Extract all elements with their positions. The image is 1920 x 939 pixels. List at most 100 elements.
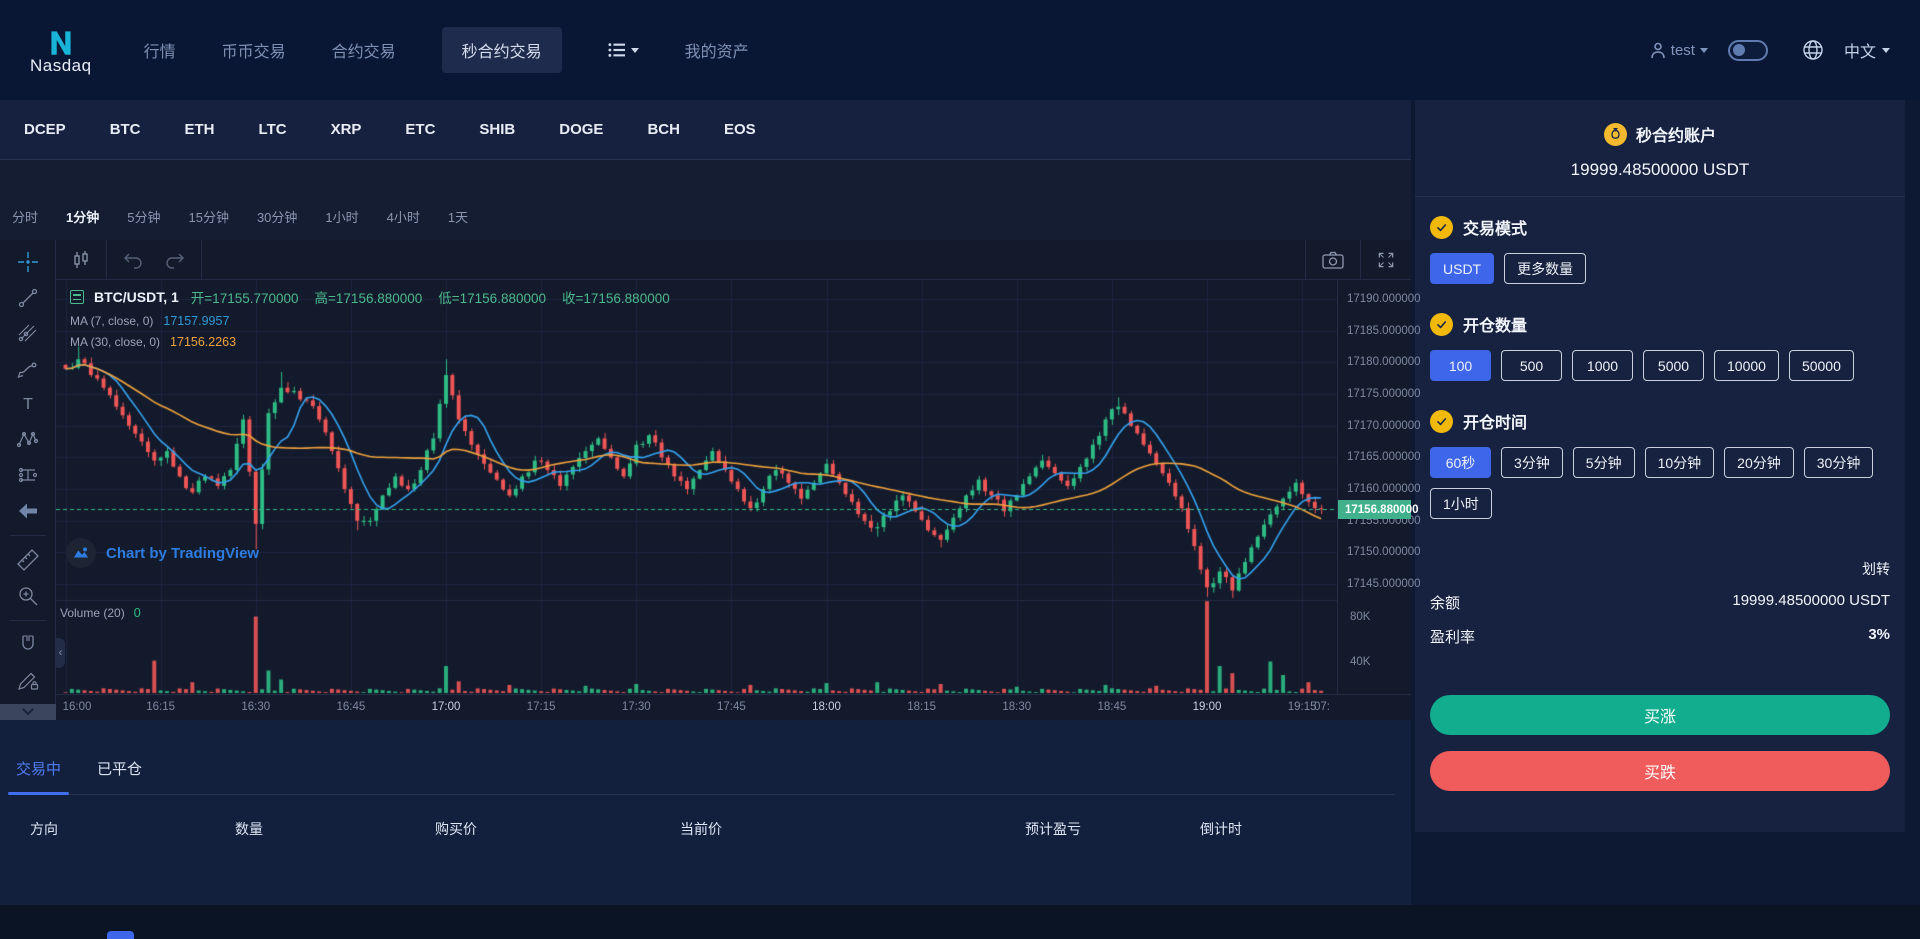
time-axis-divider (56, 694, 1411, 695)
coin-tab[interactable]: LTC (259, 121, 287, 138)
duration-option[interactable]: 10分钟 (1645, 447, 1715, 478)
trade-mode-option[interactable]: 更多数量 (1504, 253, 1586, 284)
theme-toggle[interactable] (1728, 40, 1768, 61)
nasdaq-logo-icon (43, 25, 79, 59)
topnav-item[interactable]: 秒合约交易 (442, 27, 562, 73)
price-axis[interactable]: 17190.00000017185.00000017180.0000001717… (1337, 280, 1411, 695)
time-axis-label: 16:15 (146, 701, 175, 713)
list-menu-icon (608, 42, 626, 58)
orders-section: 交易中已平仓 方向数量购买价当前价预计盈亏倒计时 (0, 745, 1411, 905)
undo-icon[interactable] (122, 251, 144, 269)
time-axis-label: 16:45 (336, 701, 365, 713)
interval-tab[interactable]: 4小时 (387, 207, 420, 226)
topnav-item-assets[interactable]: 我的资产 (685, 27, 749, 73)
user-menu[interactable]: test (1650, 42, 1708, 59)
volume-axis-label: 80K (1350, 611, 1370, 623)
trade-panel: 秒合约账户 19999.48500000 USDT 交易模式 USDT更多数量 … (1415, 100, 1905, 832)
forecast-tool-icon[interactable] (13, 463, 43, 488)
toolbar-collapse-handle[interactable]: ‹ (56, 638, 65, 668)
arrow-left-icon[interactable] (13, 499, 43, 524)
fullscreen-icon[interactable] (1376, 250, 1396, 270)
interval-tab[interactable]: 1天 (448, 207, 468, 226)
camera-snapshot-icon[interactable] (1321, 250, 1345, 270)
topnav-item[interactable]: 合约交易 (332, 27, 396, 73)
toolbar-more-strip[interactable] (0, 704, 56, 720)
coin-tab[interactable]: DOGE (559, 121, 603, 138)
orders-tab[interactable]: 交易中 (16, 758, 61, 794)
amount-option[interactable]: 100 (1430, 350, 1491, 381)
interval-tab[interactable]: 5分钟 (127, 207, 160, 226)
amount-option[interactable]: 10000 (1714, 350, 1779, 381)
time-axis-label: 19:15 (1288, 701, 1317, 713)
trade-mode-option[interactable]: USDT (1430, 253, 1494, 284)
duration-option[interactable]: 5分钟 (1573, 447, 1635, 478)
coin-tab[interactable]: ETC (405, 121, 435, 138)
volume-value: 0 (134, 606, 141, 620)
brand-logo[interactable]: Nasdaq (30, 25, 92, 76)
amount-option[interactable]: 1000 (1572, 350, 1633, 381)
topnav-items: 行情币币交易合约交易秒合约交易 (144, 27, 562, 73)
price-axis-label: 17145.000000 (1347, 568, 1411, 600)
coin-tab[interactable]: BCH (647, 121, 680, 138)
magnet-icon[interactable] (13, 633, 43, 658)
coin-tab[interactable]: DCEP (24, 121, 66, 138)
chevron-down-icon (1700, 48, 1708, 57)
text-tool-icon[interactable]: T (13, 392, 43, 417)
amount-option[interactable]: 5000 (1643, 350, 1704, 381)
buy-up-button[interactable]: 买涨 (1430, 695, 1890, 735)
duration-option[interactable]: 3分钟 (1501, 447, 1563, 478)
duration-option[interactable]: 30分钟 (1804, 447, 1874, 478)
topnav-item[interactable]: 币币交易 (222, 27, 286, 73)
price-axis-label: 17165.000000 (1347, 441, 1411, 473)
ruler-icon[interactable] (13, 548, 43, 573)
trendline-icon[interactable] (13, 286, 43, 311)
coin-tab[interactable]: ETH (185, 121, 215, 138)
coin-tab[interactable]: BTC (110, 121, 141, 138)
orders-tab[interactable]: 已平仓 (97, 758, 142, 794)
orders-column-header: 购买价 (435, 819, 680, 839)
trade-mode-section: 交易模式 USDT更多数量 (1430, 215, 1890, 284)
coin-tab[interactable]: EOS (724, 121, 756, 138)
time-axis[interactable]: 16:0016:1516:3016:4517:0017:1517:3017:45… (56, 695, 1337, 720)
interval-tab[interactable]: 1分钟 (66, 207, 99, 226)
chart-top-toolbar (56, 240, 1411, 280)
interval-tab[interactable]: 30分钟 (257, 207, 297, 226)
language-selector[interactable]: 中文 (1844, 38, 1890, 62)
candlestick-style-icon[interactable] (71, 250, 91, 270)
buy-down-button[interactable]: 买跌 (1430, 751, 1890, 791)
ohlc-value: 高=17156.880000 (315, 287, 423, 307)
time-axis-label: 17:15 (527, 701, 556, 713)
coin-tab[interactable]: SHIB (479, 121, 515, 138)
chart-style-icon[interactable] (70, 290, 84, 304)
brush-icon[interactable] (13, 357, 43, 382)
topnav-item[interactable]: 行情 (144, 27, 176, 73)
duration-option[interactable]: 1小时 (1430, 488, 1492, 519)
pattern-tool-icon[interactable] (13, 428, 43, 453)
footer-partial-element (107, 931, 134, 939)
account-balance: 19999.48500000 USDT (1430, 160, 1890, 180)
coin-tab[interactable]: XRP (331, 121, 362, 138)
duration-option[interactable]: 60秒 (1430, 447, 1491, 478)
balance-label: 余额 (1430, 592, 1460, 613)
interval-tab[interactable]: 15分钟 (188, 207, 228, 226)
account-header: 秒合约账户 (1430, 122, 1890, 146)
time-axis-label: 16:30 (241, 701, 270, 713)
redo-icon[interactable] (164, 251, 186, 269)
duration-option[interactable]: 20分钟 (1724, 447, 1794, 478)
coin-tabs-row: DCEP BTC ETH LTC XRP ETC SHIB DOGE BCH EOS (0, 100, 1411, 160)
amount-option[interactable]: 500 (1501, 350, 1562, 381)
interval-tab[interactable]: 分时 (12, 207, 38, 226)
time-axis-label: 18:45 (1097, 701, 1126, 713)
crosshair-icon[interactable] (13, 250, 43, 275)
brand-name: Nasdaq (30, 56, 92, 76)
lock-drawings-icon[interactable] (13, 668, 43, 693)
markets-menu-dropdown[interactable] (608, 42, 639, 58)
transfer-link[interactable]: 划转 (1430, 559, 1890, 579)
amount-option[interactable]: 50000 (1789, 350, 1854, 381)
profit-rate-row: 盈利率 3% (1430, 626, 1890, 647)
interval-tab[interactable]: 1小时 (325, 207, 358, 226)
pitchfork-icon[interactable] (13, 321, 43, 346)
account-title: 秒合约账户 (1636, 122, 1716, 146)
tradingview-attribution[interactable]: Chart by TradingView (66, 538, 259, 568)
zoom-in-icon[interactable] (13, 583, 43, 608)
